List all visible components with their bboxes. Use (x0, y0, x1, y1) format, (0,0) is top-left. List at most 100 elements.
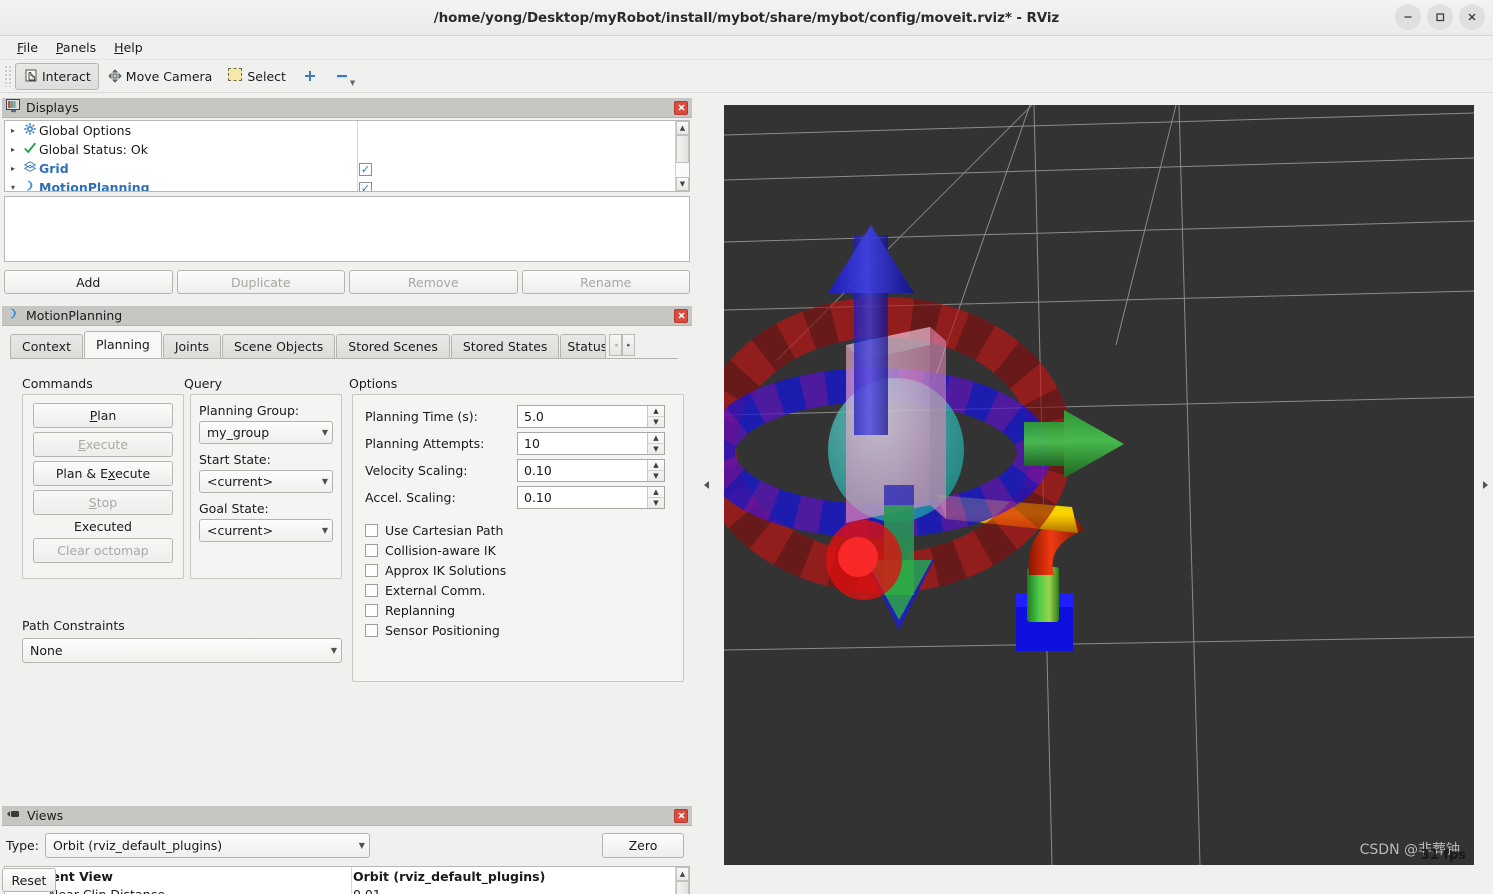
tab-planning[interactable]: Planning (83, 331, 162, 358)
goal-state-combo[interactable]: <current> ▼ (199, 519, 333, 542)
planning-attempts-spinner[interactable]: 10 ▲ ▼ (517, 432, 665, 455)
tab-scroll-next-button[interactable]: ▸ (622, 334, 636, 356)
scroll-thumb[interactable] (676, 135, 689, 163)
spinner-down-icon[interactable]: ▼ (648, 417, 664, 427)
spinner-up-icon[interactable]: ▲ (648, 460, 664, 471)
velocity-scaling-spinner[interactable]: 0.10 ▲ ▼ (517, 459, 665, 482)
render-view-canvas[interactable] (724, 105, 1474, 865)
rename-display-button[interactable]: Rename (521, 270, 690, 294)
stop-button[interactable]: Stop (33, 490, 173, 515)
display-enable-checkbox[interactable]: ✓ (359, 161, 372, 176)
scroll-track[interactable] (676, 881, 689, 894)
expand-arrow-icon[interactable]: ▸ (5, 164, 21, 173)
close-button[interactable] (1459, 4, 1485, 30)
views-property-value[interactable]: 0.01 (353, 887, 381, 894)
views-property-tree[interactable]: ▾ Current View Orbit (rviz_default_plugi… (4, 866, 690, 894)
replanning-row[interactable]: Replanning (365, 603, 671, 618)
spinner-down-icon[interactable]: ▼ (648, 471, 664, 481)
plan-and-execute-button[interactable]: Plan & Execute (33, 461, 173, 486)
planning-group-combo[interactable]: my_group ▼ (199, 421, 333, 444)
tool-move-camera[interactable]: Move Camera (99, 63, 221, 90)
display-row-grid[interactable]: ▸ Grid ✓ (5, 159, 675, 178)
spinner-arrows[interactable]: ▲ ▼ (647, 487, 664, 508)
remove-display-button[interactable]: Remove (349, 270, 518, 294)
scroll-down-button[interactable]: ▼ (676, 177, 689, 191)
expand-arrow-icon[interactable]: ▸ (5, 126, 21, 135)
accel-scaling-value[interactable]: 0.10 (518, 490, 647, 505)
views-row-near-clip-distance[interactable]: Near Clip Distance 0.01 (5, 885, 675, 894)
displays-tree-scrollbar[interactable]: ▲ ▼ (675, 121, 689, 191)
reset-button[interactable]: Reset (2, 868, 56, 892)
spinner-up-icon[interactable]: ▲ (648, 433, 664, 444)
views-tree-scrollbar[interactable]: ▲ ▼ (675, 867, 689, 894)
expand-arrow-icon[interactable]: ▸ (5, 145, 21, 154)
tool-select[interactable]: Select (220, 63, 294, 90)
right-dock-splitter[interactable] (1478, 450, 1492, 520)
close-panel-icon[interactable] (674, 308, 688, 323)
display-row-global-status[interactable]: ▸ Global Status: Ok (5, 140, 675, 159)
tab-scroll-prev-button[interactable]: ◂ (609, 334, 623, 356)
external-comm-row[interactable]: External Comm. (365, 583, 671, 598)
collision-aware-ik-checkbox[interactable] (365, 544, 378, 557)
approx-ik-solutions-checkbox[interactable] (365, 564, 378, 577)
maximize-button[interactable] (1427, 4, 1453, 30)
close-panel-icon[interactable] (674, 100, 688, 115)
chevron-down-icon[interactable]: ▼ (350, 79, 355, 87)
spinner-down-icon[interactable]: ▼ (648, 444, 664, 454)
tab-context[interactable]: Context (10, 334, 83, 358)
spinner-arrows[interactable]: ▲ ▼ (647, 433, 664, 454)
scroll-thumb[interactable] (676, 881, 689, 894)
path-constraints-combo[interactable]: None ▼ (22, 638, 342, 663)
use-cartesian-path-row[interactable]: Use Cartesian Path (365, 523, 671, 538)
scroll-track[interactable] (676, 135, 689, 177)
menu-panels[interactable]: Panels (47, 38, 105, 57)
left-dock-splitter[interactable] (700, 450, 714, 520)
execute-button[interactable]: Execute (33, 432, 173, 457)
spinner-down-icon[interactable]: ▼ (648, 498, 664, 508)
views-row-current-view[interactable]: ▾ Current View Orbit (rviz_default_plugi… (5, 867, 675, 885)
tool-add[interactable] (294, 63, 326, 90)
sensor-positioning-row[interactable]: Sensor Positioning (365, 623, 671, 638)
menu-file[interactable]: File (8, 38, 47, 57)
displays-property-area[interactable] (4, 196, 690, 262)
tool-interact[interactable]: Interact (15, 62, 99, 90)
tab-joints[interactable]: Joints (162, 334, 221, 358)
displays-tree[interactable]: ▸ Global Options ▸ Global Status: Ok ▸ G… (4, 120, 690, 192)
views-zero-button[interactable]: Zero (602, 833, 684, 858)
spinner-up-icon[interactable]: ▲ (648, 487, 664, 498)
spinner-arrows[interactable]: ▲ ▼ (647, 406, 664, 427)
external-comm-checkbox[interactable] (365, 584, 378, 597)
plan-button[interactable]: Plan (33, 403, 173, 428)
minimize-button[interactable] (1395, 4, 1421, 30)
clear-octomap-button[interactable]: Clear octomap (33, 538, 173, 563)
tab-stored-scenes[interactable]: Stored Scenes (336, 334, 450, 358)
toolbar-grip[interactable] (4, 65, 12, 87)
approx-ik-solutions-row[interactable]: Approx IK Solutions (365, 563, 671, 578)
render-view-3d[interactable]: CSDN @非葬钟 31 fps (724, 105, 1474, 865)
menu-help[interactable]: Help (105, 38, 152, 57)
duplicate-display-button[interactable]: Duplicate (176, 270, 345, 294)
replanning-checkbox[interactable] (365, 604, 378, 617)
display-row-motionplanning[interactable]: ▾ MotionPlanning ✓ (5, 178, 675, 191)
display-row-global-options[interactable]: ▸ Global Options (5, 121, 675, 140)
tool-remove[interactable]: ▼ (326, 63, 366, 90)
sensor-positioning-checkbox[interactable] (365, 624, 378, 637)
start-state-combo[interactable]: <current> ▼ (199, 470, 333, 493)
display-enable-checkbox[interactable]: ✓ (359, 180, 372, 191)
spinner-arrows[interactable]: ▲ ▼ (647, 460, 664, 481)
add-display-button[interactable]: Add (4, 270, 173, 294)
tab-status[interactable]: Status (560, 334, 607, 358)
views-type-combo[interactable]: Orbit (rviz_default_plugins) ▼ (44, 833, 370, 858)
collision-aware-ik-row[interactable]: Collision-aware IK (365, 543, 671, 558)
spinner-up-icon[interactable]: ▲ (648, 406, 664, 417)
collapse-arrow-icon[interactable]: ▾ (5, 183, 21, 191)
tab-stored-states[interactable]: Stored States (450, 334, 560, 358)
tab-scene-objects[interactable]: Scene Objects (221, 334, 336, 358)
close-panel-icon[interactable] (674, 808, 688, 823)
velocity-scaling-value[interactable]: 0.10 (518, 463, 647, 478)
accel-scaling-spinner[interactable]: 0.10 ▲ ▼ (517, 486, 665, 509)
scroll-up-button[interactable]: ▲ (676, 867, 689, 881)
planning-attempts-value[interactable]: 10 (518, 436, 647, 451)
use-cartesian-path-checkbox[interactable] (365, 524, 378, 537)
planning-time-spinner[interactable]: 5.0 ▲ ▼ (517, 405, 665, 428)
